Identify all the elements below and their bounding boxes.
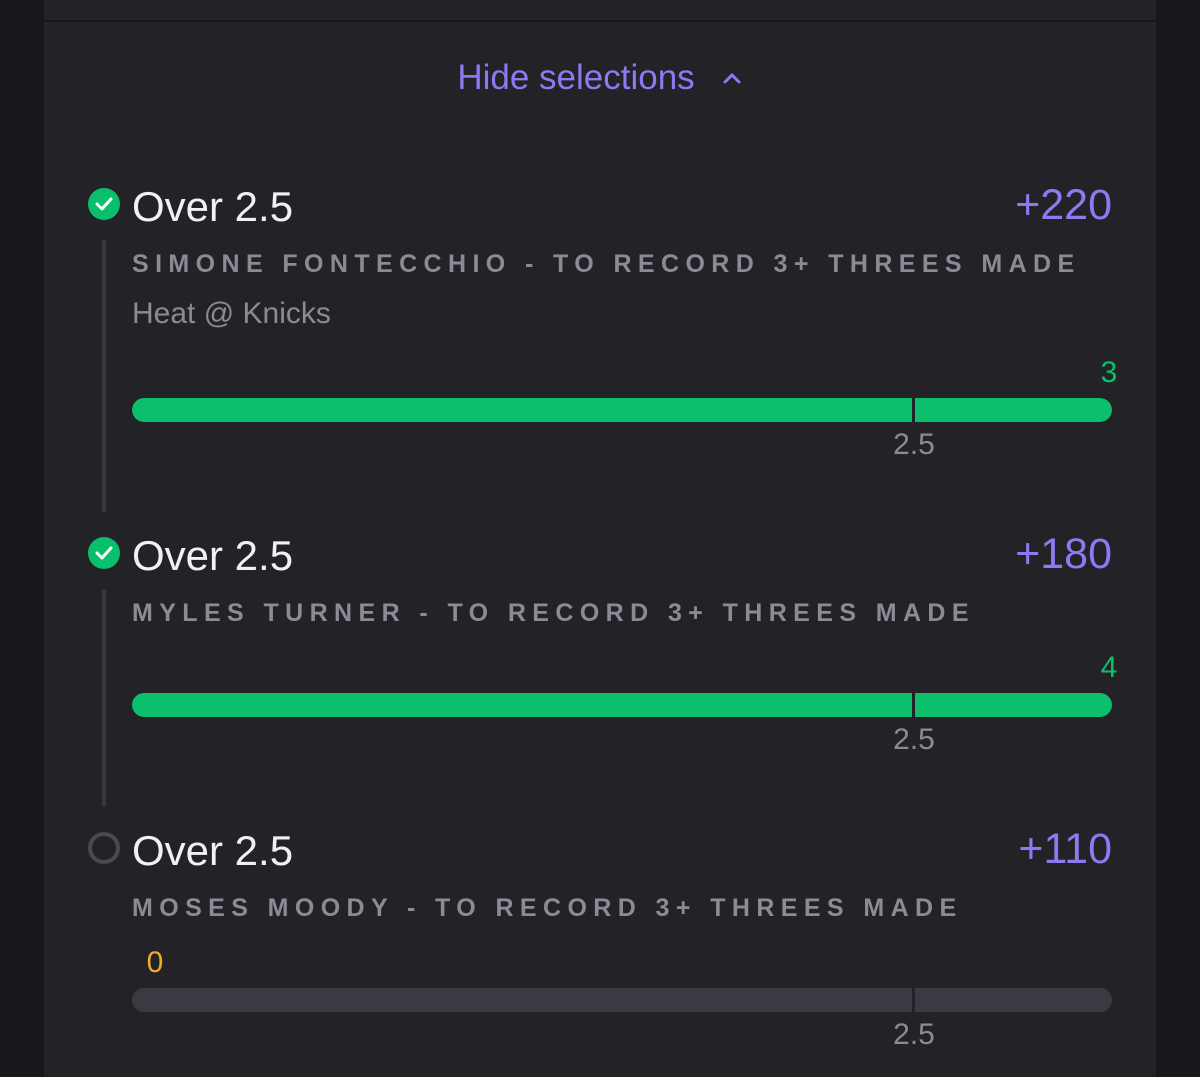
result-value: 4 [1100, 651, 1118, 684]
selection-market: MYLES TURNER - TO RECORD 3+ THREES MADE [132, 599, 975, 627]
selection-title: Over 2.5 [132, 183, 294, 230]
hide-selections-button[interactable]: Hide selections [44, 52, 1156, 104]
line-marker [912, 988, 915, 1012]
selection-title: Over 2.5 [132, 827, 294, 874]
divider [44, 20, 1156, 22]
selection-market: MOSES MOODY - TO RECORD 3+ THREES MADE [132, 894, 963, 922]
bet-selections-panel: Hide selections Over 2.5 +220 SIMONE FON… [44, 0, 1156, 1077]
check-circle-icon [88, 188, 120, 220]
selection-rail [102, 240, 106, 512]
check-circle-icon [88, 537, 120, 569]
progress-fill [132, 693, 1112, 717]
chevron-up-icon [723, 73, 741, 84]
hide-selections-label: Hide selections [457, 58, 695, 97]
selection-event: Heat @ Knicks [132, 297, 331, 330]
progress-fill [132, 398, 1112, 422]
selection-market: SIMONE FONTECCHIO - TO RECORD 3+ THREES … [132, 250, 1081, 278]
line-label: 2.5 [893, 1018, 935, 1051]
progress-bar [132, 988, 1112, 1012]
result-value: 3 [1100, 356, 1118, 389]
selection-rail [102, 589, 106, 807]
selection-title: Over 2.5 [132, 532, 294, 579]
result-value: 0 [146, 946, 164, 979]
progress-bar [132, 693, 1112, 717]
progress-bar [132, 398, 1112, 422]
selection-odds: +220 [1015, 181, 1112, 229]
line-marker [912, 398, 915, 422]
line-label: 2.5 [893, 428, 935, 461]
selection-odds: +110 [1018, 825, 1112, 873]
empty-circle-icon [88, 832, 120, 864]
line-marker [912, 693, 915, 717]
line-label: 2.5 [893, 723, 935, 756]
selection-odds: +180 [1015, 530, 1112, 578]
